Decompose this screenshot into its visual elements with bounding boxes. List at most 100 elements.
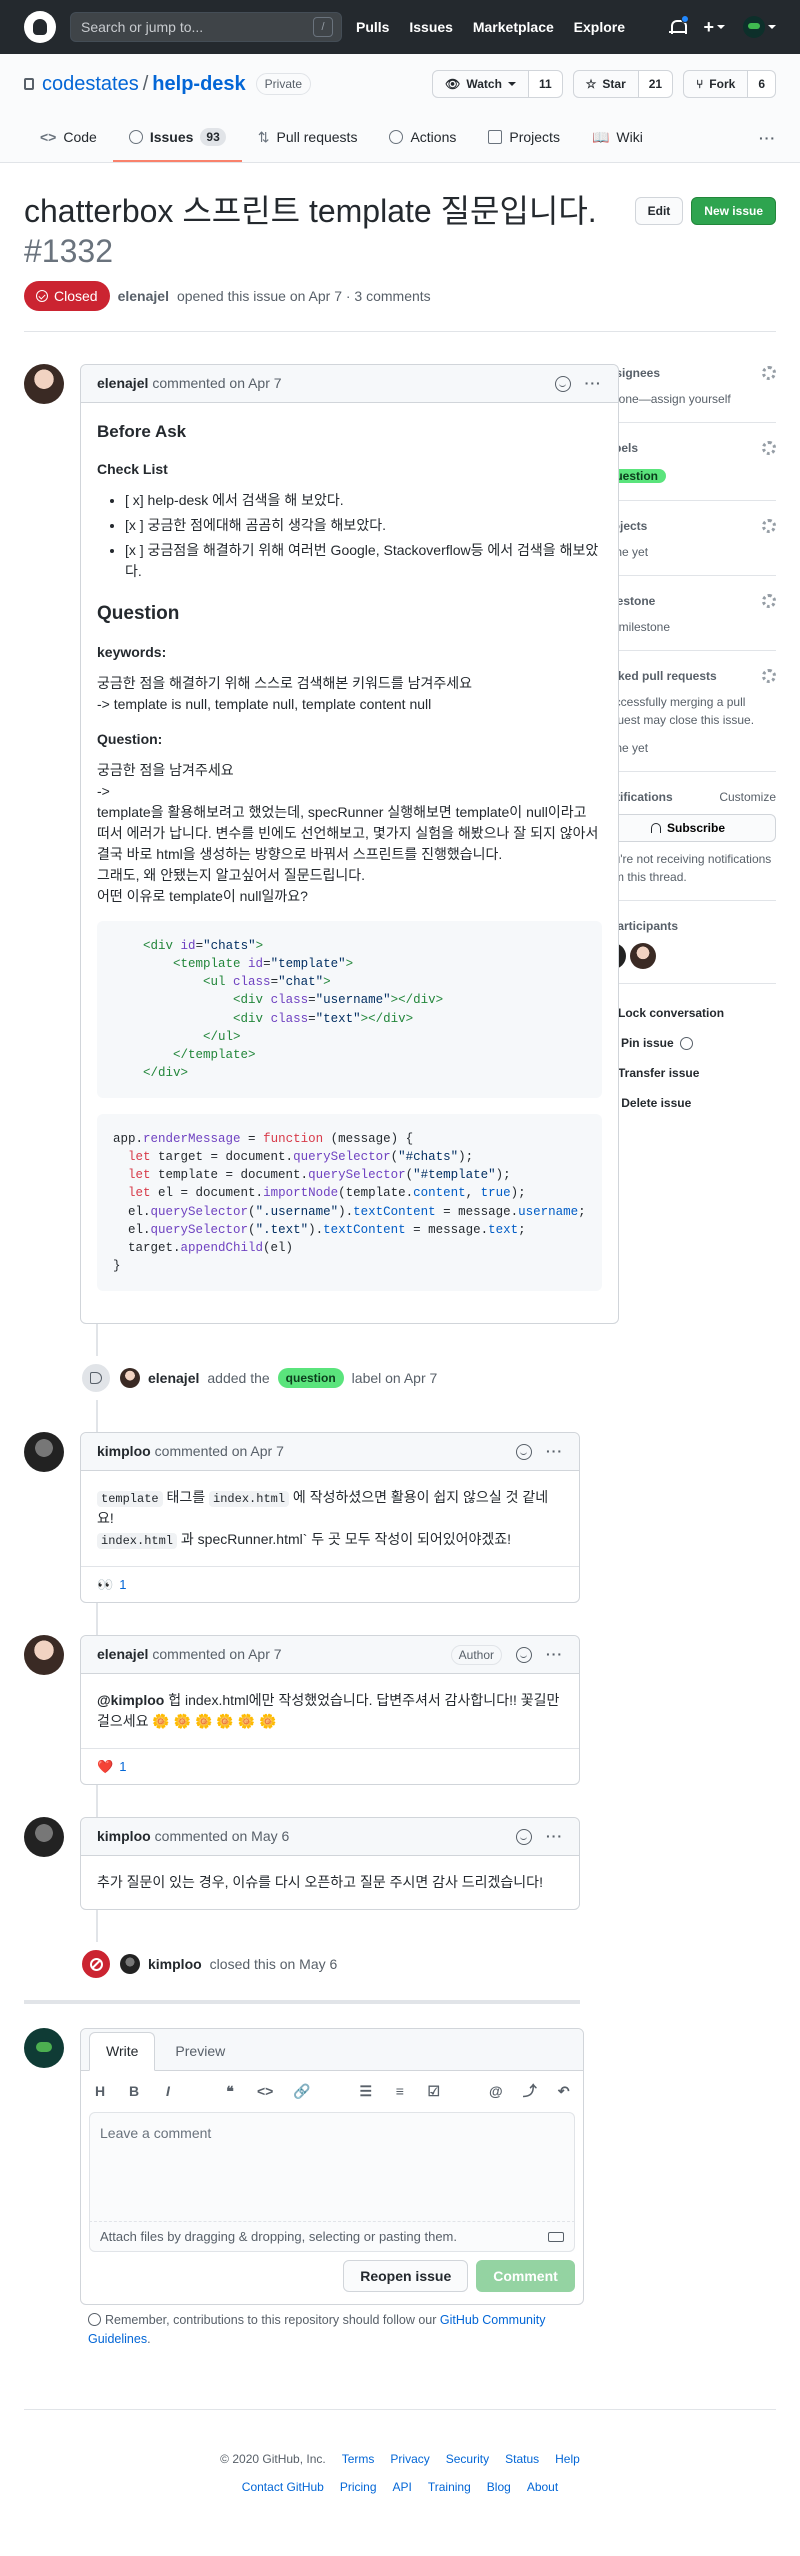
event-actor[interactable]: elenajel xyxy=(148,1368,199,1389)
customize-link[interactable]: Customize xyxy=(719,788,776,806)
reaction-count[interactable]: 1 xyxy=(119,1575,126,1595)
add-reaction-icon[interactable] xyxy=(516,1828,532,1845)
italic-icon[interactable]: I xyxy=(161,2081,175,2102)
tab-actions[interactable]: Actions xyxy=(373,114,472,162)
watch-count[interactable]: 11 xyxy=(528,70,563,98)
add-reaction-icon[interactable] xyxy=(554,375,571,392)
star-button[interactable]: ☆ Star xyxy=(572,70,639,98)
subscribe-button[interactable]: Subscribe xyxy=(600,814,776,842)
task-list-icon[interactable]: ☑ xyxy=(427,2081,441,2102)
heart-reaction-icon[interactable]: ❤️ xyxy=(97,1757,113,1777)
comment-menu-icon[interactable]: ··· xyxy=(585,373,602,394)
sidebar-heading[interactable]: Projects xyxy=(600,517,776,535)
assign-yourself-link[interactable]: No one—assign yourself xyxy=(600,390,776,408)
footer-link-privacy[interactable]: Privacy xyxy=(390,2450,429,2468)
gear-icon[interactable] xyxy=(762,366,776,380)
tab-wiki[interactable]: 📖 Wiki xyxy=(576,114,659,162)
nav-pulls[interactable]: Pulls xyxy=(356,19,389,35)
footer-link-status[interactable]: Status xyxy=(505,2450,539,2468)
avatar[interactable] xyxy=(24,364,64,404)
issue-author[interactable]: elenajel xyxy=(118,286,169,307)
event-actor[interactable]: kimploo xyxy=(148,1954,202,1975)
nav-marketplace[interactable]: Marketplace xyxy=(473,19,554,35)
user-mention[interactable]: @kimploo xyxy=(97,1692,164,1708)
new-issue-button[interactable]: New issue xyxy=(691,197,776,225)
lock-conversation-button[interactable]: Lock conversation xyxy=(600,998,776,1028)
info-icon[interactable] xyxy=(679,1036,693,1050)
nav-explore[interactable]: Explore xyxy=(574,19,625,35)
heading-icon[interactable]: H xyxy=(93,2081,107,2102)
footer-link-security[interactable]: Security xyxy=(446,2450,489,2468)
attach-files-bar[interactable]: Attach files by dragging & dropping, sel… xyxy=(89,2222,575,2252)
avatar[interactable] xyxy=(120,1368,140,1388)
search-input[interactable]: Search or jump to... / xyxy=(70,12,342,42)
markdown-icon[interactable] xyxy=(547,2231,564,2242)
gear-icon[interactable] xyxy=(762,441,776,455)
code-icon[interactable]: <> xyxy=(257,2081,273,2102)
avatar[interactable] xyxy=(24,1635,64,1675)
tab-preview[interactable]: Preview xyxy=(159,2033,241,2070)
add-reaction-icon[interactable] xyxy=(516,1646,532,1663)
pin-issue-button[interactable]: 📌Pin issue xyxy=(600,1028,776,1058)
sidebar-heading[interactable]: Linked pull requests xyxy=(600,667,776,685)
comment-menu-icon[interactable]: ··· xyxy=(546,1441,563,1462)
comment-timestamp[interactable]: commented on Apr 7 xyxy=(155,1441,284,1462)
comment-menu-icon[interactable]: ··· xyxy=(546,1644,563,1665)
tab-write[interactable]: Write xyxy=(89,2032,156,2071)
bullet-list-icon[interactable]: ☰ xyxy=(359,2081,373,2102)
comment-menu-icon[interactable]: ··· xyxy=(546,1826,563,1847)
footer-link-terms[interactable]: Terms xyxy=(342,2450,375,2468)
avatar[interactable] xyxy=(24,1432,64,1472)
tab-projects[interactable]: Projects xyxy=(472,114,576,162)
sidebar-heading[interactable]: Assignees xyxy=(600,364,776,382)
mention-icon[interactable]: @ xyxy=(489,2081,503,2102)
add-reaction-icon[interactable] xyxy=(516,1443,532,1460)
gear-icon[interactable] xyxy=(762,669,776,683)
avatar[interactable] xyxy=(24,1817,64,1857)
gear-icon[interactable] xyxy=(762,594,776,608)
delete-issue-button[interactable]: 🗑Delete issue xyxy=(600,1088,776,1118)
eyes-reaction-icon[interactable]: 👀 xyxy=(97,1575,113,1595)
transfer-issue-button[interactable]: →Transfer issue xyxy=(600,1058,776,1088)
comment-author[interactable]: elenajel xyxy=(97,373,148,394)
fork-count[interactable]: 6 xyxy=(748,70,776,98)
avatar[interactable] xyxy=(630,943,656,969)
tab-code[interactable]: <> Code xyxy=(24,114,113,162)
footer-link-help[interactable]: Help xyxy=(555,2450,580,2468)
create-new-menu[interactable]: + xyxy=(703,14,725,41)
repo-name-link[interactable]: help-desk xyxy=(152,69,245,99)
comment-timestamp[interactable]: commented on Apr 7 xyxy=(152,373,281,394)
avatar[interactable] xyxy=(120,1954,140,1974)
star-count[interactable]: 21 xyxy=(638,70,674,98)
watch-button[interactable]: 👁 Watch xyxy=(432,70,529,98)
link-icon[interactable]: 🔗 xyxy=(293,2081,310,2102)
comment-timestamp[interactable]: commented on Apr 7 xyxy=(152,1644,281,1665)
gear-icon[interactable] xyxy=(762,519,776,533)
comment-author[interactable]: kimploo xyxy=(97,1441,151,1462)
comment-button[interactable]: Comment xyxy=(476,2260,575,2292)
reaction-count[interactable]: 1 xyxy=(119,1757,126,1777)
comment-author[interactable]: kimploo xyxy=(97,1826,151,1847)
label-question[interactable]: question xyxy=(277,1368,344,1388)
notifications-bell-icon[interactable] xyxy=(669,15,690,35)
tab-issues[interactable]: Issues 93 xyxy=(112,114,242,162)
cross-reference-icon[interactable]: ⤴ xyxy=(523,2081,537,2102)
repo-owner-link[interactable]: codestates xyxy=(42,69,139,99)
sidebar-heading[interactable]: Labels xyxy=(600,439,776,457)
github-logo-icon[interactable] xyxy=(24,11,56,43)
comment-textarea[interactable]: Leave a comment xyxy=(89,2112,575,2222)
comment-author[interactable]: elenajel xyxy=(97,1644,148,1665)
comment-timestamp[interactable]: commented on May 6 xyxy=(155,1826,290,1847)
reopen-issue-button[interactable]: Reopen issue xyxy=(343,2260,469,2292)
more-tabs-button[interactable]: ··· xyxy=(759,114,776,162)
avatar[interactable] xyxy=(24,2028,64,2068)
edit-title-button[interactable]: Edit xyxy=(634,197,684,225)
reply-icon[interactable]: ↶ xyxy=(557,2081,571,2102)
tab-pull-requests[interactable]: ⇅ Pull requests xyxy=(242,114,374,162)
user-menu[interactable] xyxy=(743,16,776,38)
nav-issues[interactable]: Issues xyxy=(409,19,453,35)
bold-icon[interactable]: B xyxy=(127,2081,141,2102)
sidebar-heading[interactable]: Milestone xyxy=(600,592,776,610)
quote-icon[interactable]: ❝ xyxy=(223,2081,237,2102)
numbered-list-icon[interactable]: ≡ xyxy=(393,2081,407,2102)
